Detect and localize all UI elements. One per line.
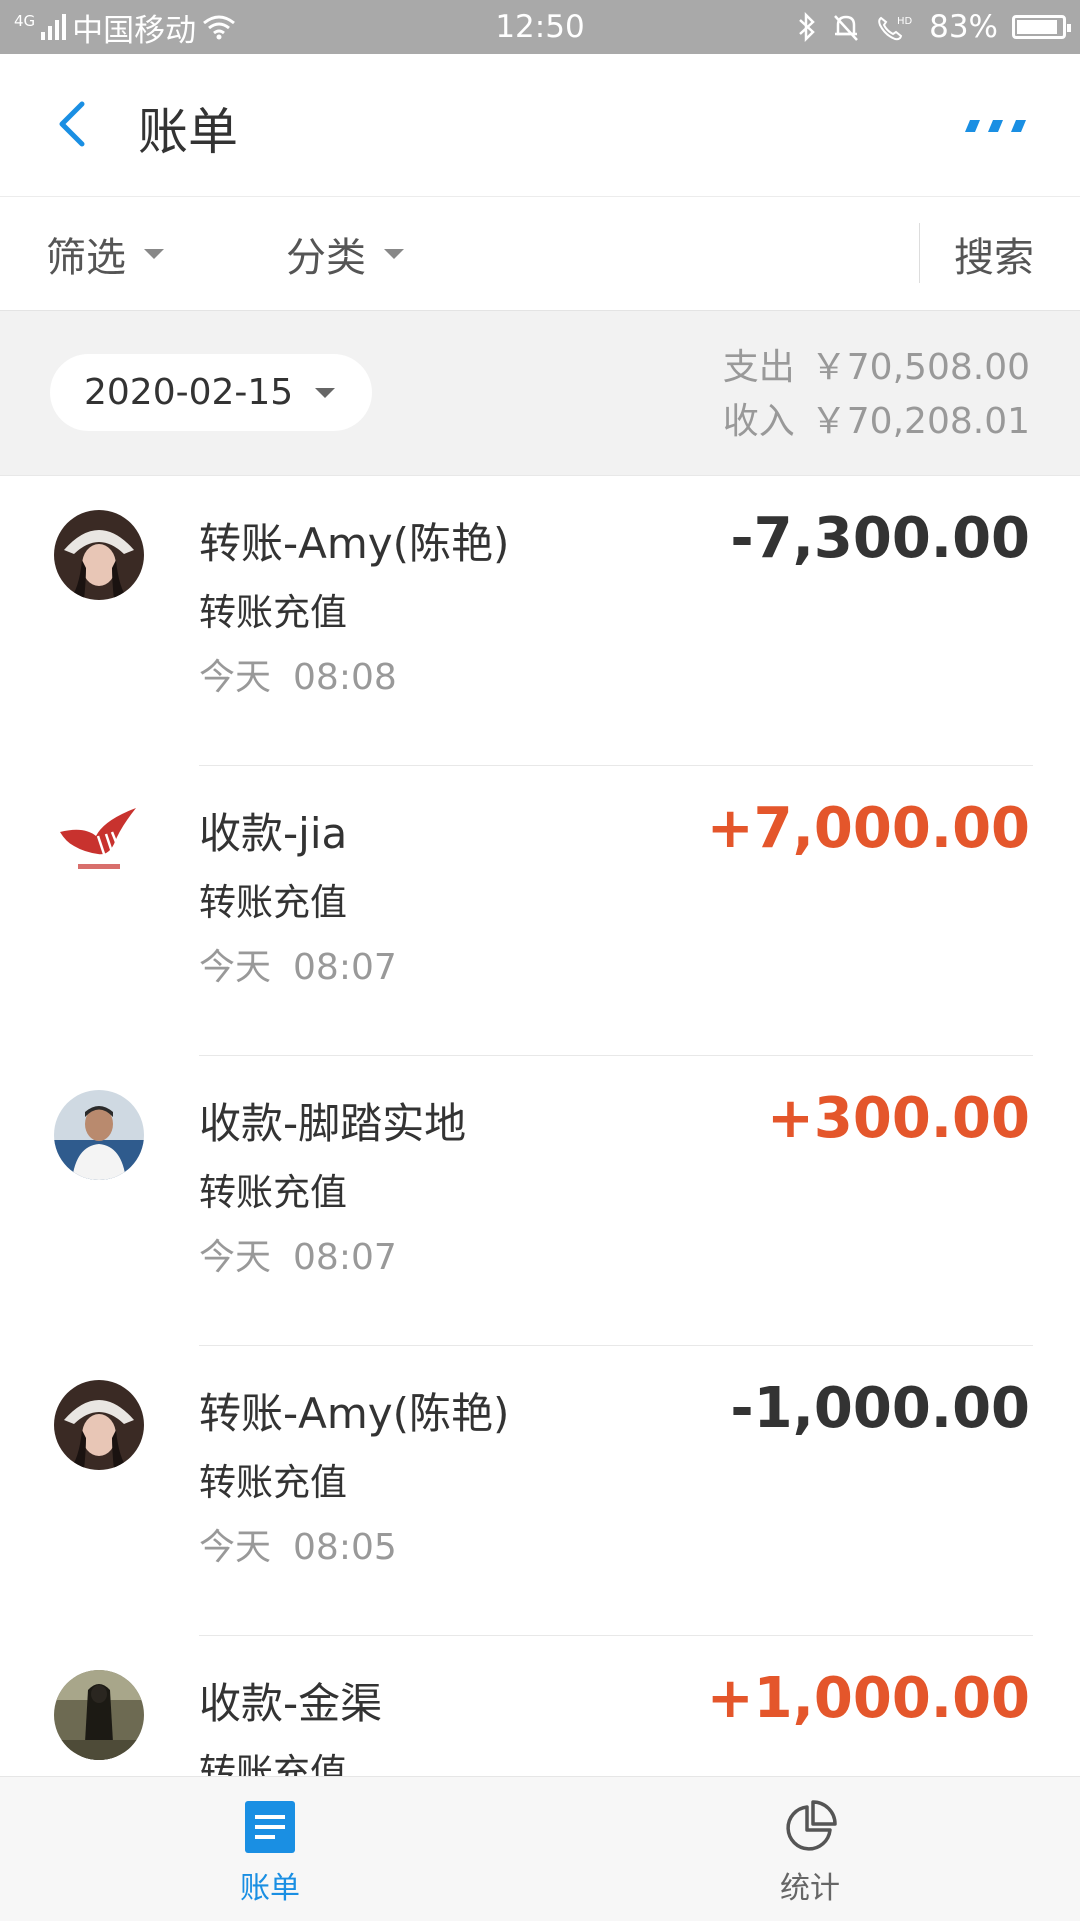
income-label: 收入: [722, 401, 795, 442]
transaction-list: 转账-Amy(陈艳) 转账充值 今天 08:08 -7,300.00 收款-jia…: [0, 476, 1080, 1776]
caret-down-icon: [315, 387, 336, 398]
search-button[interactable]: 搜索: [954, 197, 1034, 310]
status-bar: 4G 中国移动 12:50 HD 83%: [0, 0, 1080, 54]
transaction-type: 转账充值: [199, 1171, 347, 1214]
totals: 支出 ￥70,508.00 收入 ￥70,208.01: [723, 341, 1030, 449]
filter-bar: 筛选 分类 搜索: [0, 197, 1080, 311]
avatar: [54, 1380, 144, 1470]
transaction-name: 收款-脚踏实地: [199, 1099, 467, 1148]
bluetooth-icon: [799, 12, 815, 42]
transaction-day: 今天: [199, 1237, 272, 1278]
date-value: 2020-02-15: [84, 372, 294, 413]
transaction-item[interactable]: 收款-脚踏实地 转账充值 今天 08:07 +300.00: [0, 1056, 1080, 1346]
tab-bill-label: 账单: [240, 1871, 300, 1906]
category-label: 分类: [286, 234, 366, 281]
transaction-amount: +300.00: [766, 1086, 1030, 1151]
tab-bill[interactable]: 账单: [190, 1799, 350, 1907]
transaction-clock: 08:07: [293, 947, 397, 988]
transaction-item[interactable]: 转账-Amy(陈艳) 转账充值 今天 08:08 -7,300.00: [0, 476, 1080, 766]
transaction-day: 今天: [199, 1527, 272, 1568]
expense-total: 支出 ￥70,508.00: [723, 341, 1030, 395]
transaction-type: 转账充值: [199, 881, 347, 924]
transaction-name: 转账-Amy(陈艳): [199, 519, 510, 568]
app-header: 账单: [0, 54, 1080, 197]
transaction-item[interactable]: 转账-Amy(陈艳) 转账充值 今天 08:05 -1,000.00: [0, 1346, 1080, 1636]
filter-dropdown[interactable]: 筛选: [46, 197, 164, 310]
income-value: ￥70,208.01: [810, 401, 1030, 442]
transaction-amount: -7,300.00: [730, 506, 1030, 571]
transaction-time: 今天 08:07: [199, 938, 397, 990]
avatar: [54, 510, 144, 600]
transaction-item[interactable]: 收款-jia 转账充值 今天 08:07 +7,000.00: [0, 766, 1080, 1056]
income-total: 收入 ￥70,208.01: [723, 395, 1030, 449]
transaction-day: 今天: [199, 947, 272, 988]
transaction-type: 转账充值: [199, 591, 347, 634]
search-label: 搜索: [954, 234, 1034, 281]
category-dropdown[interactable]: 分类: [286, 197, 404, 310]
caret-down-icon: [384, 248, 404, 259]
battery-icon: [1012, 15, 1071, 39]
expense-label: 支出: [722, 347, 795, 388]
transaction-clock: 08:08: [293, 657, 397, 698]
transaction-time: 今天 08:08: [199, 648, 397, 700]
page-title: 账单: [138, 103, 238, 161]
date-picker[interactable]: 2020-02-15: [50, 354, 372, 431]
date-summary: 2020-02-15 支出 ￥70,508.00 收入 ￥70,208.01: [0, 311, 1080, 476]
tab-statistics-label: 统计: [780, 1871, 840, 1906]
transaction-amount: -1,000.00: [730, 1376, 1030, 1441]
avatar: [54, 1090, 144, 1180]
bell-muted-icon: [834, 15, 859, 41]
transaction-name: 收款-金渠: [199, 1679, 383, 1728]
avatar: [54, 800, 144, 890]
tab-statistics[interactable]: 统计: [730, 1799, 890, 1907]
transaction-name: 转账-Amy(陈艳): [199, 1389, 510, 1438]
pie-chart-icon: [786, 1800, 837, 1851]
transaction-name: 收款-jia: [199, 809, 348, 858]
filter-divider: [919, 223, 920, 283]
transaction-clock: 08:07: [293, 1237, 397, 1278]
filter-label: 筛选: [46, 234, 126, 281]
more-icon[interactable]: [962, 112, 1032, 140]
status-right: HD 83%: [797, 0, 1071, 54]
bill-list-icon: [245, 1801, 295, 1853]
transaction-time: 今天 08:05: [199, 1518, 397, 1570]
bottom-tab-bar: 账单 统计: [0, 1776, 1080, 1921]
transaction-type: 转账充值: [199, 1751, 347, 1776]
transaction-day: 今天: [199, 657, 272, 698]
transaction-clock: 08:05: [293, 1527, 397, 1568]
avatar: [54, 1670, 144, 1760]
battery-fill: [1017, 20, 1057, 34]
transaction-item[interactable]: 收款-金渠 转账充值 +1,000.00: [0, 1636, 1080, 1776]
chevron-left-icon[interactable]: [44, 94, 104, 154]
transaction-type: 转账充值: [199, 1461, 347, 1504]
battery-percent: 83%: [929, 9, 998, 45]
transaction-amount: +1,000.00: [706, 1666, 1030, 1731]
hd-call-icon: HD: [878, 16, 913, 41]
caret-down-icon: [144, 248, 164, 259]
status-time: 12:50: [495, 9, 585, 45]
expense-value: ￥70,508.00: [810, 347, 1030, 388]
transaction-time: 今天 08:07: [199, 1228, 397, 1280]
transaction-amount: +7,000.00: [706, 796, 1030, 861]
svg-text:HD: HD: [897, 16, 913, 27]
